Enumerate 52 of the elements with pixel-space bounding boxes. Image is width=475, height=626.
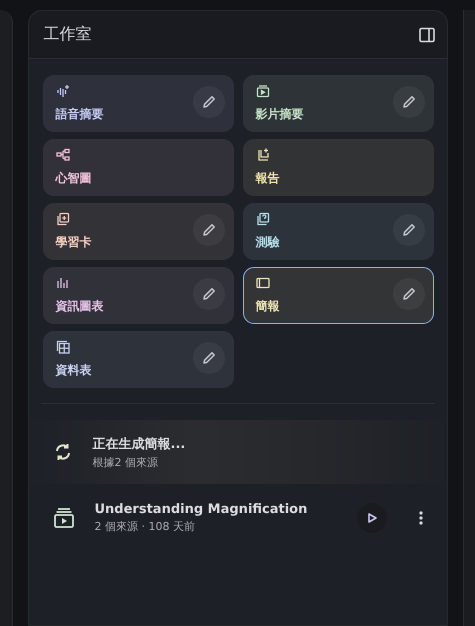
tile-label: 資訊圖表 xyxy=(56,298,104,315)
table-icon xyxy=(56,340,70,354)
studio-tile[interactable]: 資訊圖表 xyxy=(42,267,234,324)
edit-button[interactable] xyxy=(192,86,224,118)
mindmap-icon xyxy=(56,148,70,162)
tile-label: 語音摘要 xyxy=(56,106,104,123)
edit-button[interactable] xyxy=(192,214,224,246)
play-icon xyxy=(366,512,378,524)
output-title: 正在生成簡報... xyxy=(92,436,186,452)
pencil-icon xyxy=(400,286,416,302)
studio-tile[interactable]: 影片摘要 xyxy=(242,75,434,132)
studio-tile[interactable]: 測驗 xyxy=(242,203,434,260)
output-item[interactable]: Understanding Magnification 2 個來源 · 108 天前 xyxy=(28,487,446,549)
output-meta: 2 個來源 · 108 天前 xyxy=(94,519,196,534)
pencil-icon xyxy=(200,350,216,366)
tile-label: 心智圖 xyxy=(56,170,92,187)
studio-tile[interactable]: 心智圖 xyxy=(42,139,234,196)
studio-tile[interactable]: 語音摘要 xyxy=(42,75,234,132)
tile-label: 資料表 xyxy=(56,362,92,379)
quiz-icon xyxy=(256,212,270,226)
pencil-icon xyxy=(200,94,216,110)
video-icon xyxy=(256,84,270,98)
panel-title: 工作室 xyxy=(44,24,92,45)
studio-tile[interactable]: 簡報 xyxy=(242,267,434,324)
audio-icon xyxy=(56,84,70,98)
output-title: Understanding Magnification xyxy=(94,502,308,517)
flashcard-icon xyxy=(56,212,70,226)
pencil-icon xyxy=(200,222,216,238)
slides-icon xyxy=(256,276,270,290)
edit-button[interactable] xyxy=(392,86,424,118)
tile-label: 簡報 xyxy=(256,298,280,315)
sidebar-toggle-icon xyxy=(418,26,434,42)
output-meta: 根據2 個來源 xyxy=(92,454,159,470)
edit-button[interactable] xyxy=(392,214,424,246)
pencil-icon xyxy=(200,286,216,302)
report-icon xyxy=(256,148,270,162)
studio-tile[interactable]: 資料表 xyxy=(42,331,234,388)
tile-label: 學習卡 xyxy=(56,234,92,251)
more-icon xyxy=(418,511,422,525)
tile-label: 報告 xyxy=(256,170,280,187)
studio-tile[interactable]: 報告 xyxy=(242,139,434,196)
play-button[interactable] xyxy=(356,503,386,533)
tile-label: 影片摘要 xyxy=(256,106,304,123)
pencil-icon xyxy=(400,222,416,238)
tile-label: 測驗 xyxy=(256,234,280,251)
edit-button[interactable] xyxy=(192,278,224,310)
studio-tile[interactable]: 學習卡 xyxy=(42,203,234,260)
edit-button[interactable] xyxy=(392,278,424,310)
pencil-icon xyxy=(400,94,416,110)
infographic-icon xyxy=(56,276,70,290)
edit-button[interactable] xyxy=(192,342,224,374)
video-icon xyxy=(52,507,74,529)
